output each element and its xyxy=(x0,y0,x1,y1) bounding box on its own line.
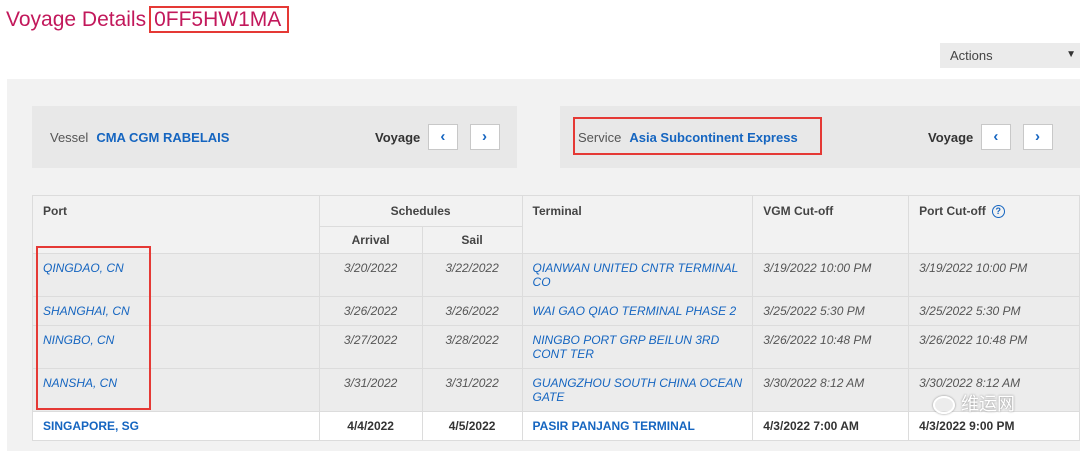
service-voyage-nav: Voyage ‹ › xyxy=(928,124,1061,150)
arrival-date: 4/4/2022 xyxy=(318,411,423,441)
sail-date: 3/26/2022 xyxy=(421,296,523,326)
vessel-voyage-nav: Voyage ‹ › xyxy=(375,124,508,150)
vessel-info: Vessel CMA CGM RABELAIS xyxy=(50,130,229,145)
col-header-vgm-cutoff: VGM Cut-off xyxy=(752,195,910,254)
vgm-cutoff: 4/3/2022 7:00 AM xyxy=(752,411,910,441)
help-icon[interactable]: ? xyxy=(991,205,1005,219)
service-label: Service xyxy=(578,130,622,145)
terminal-link[interactable]: QIANWAN UNITED CNTR TERMINAL CO xyxy=(521,253,754,297)
port-link[interactable]: QINGDAO, CN xyxy=(32,253,320,297)
table-row: SHANGHAI, CN 3/26/2022 3/26/2022 WAI GAO… xyxy=(32,296,1080,326)
vessel-box: Vessel CMA CGM RABELAIS Voyage ‹ › xyxy=(32,106,517,168)
voyage-panel: Vessel CMA CGM RABELAIS Voyage ‹ › Servic… xyxy=(7,79,1080,451)
col-header-schedules: Schedules xyxy=(318,195,523,227)
vessel-prev-voyage-button[interactable]: ‹ xyxy=(427,124,458,150)
arrival-date: 3/27/2022 xyxy=(318,325,423,369)
vessel-name-link[interactable]: CMA CGM RABELAIS xyxy=(96,130,229,145)
page-title: Voyage Details 0FF5HW1MA xyxy=(6,6,290,33)
vessel-label: Vessel xyxy=(50,130,89,145)
schedule-table: Port Schedules Terminal VGM Cut-off Port… xyxy=(32,195,1080,441)
service-prev-voyage-button[interactable]: ‹ xyxy=(980,124,1011,150)
arrival-date: 3/20/2022 xyxy=(318,253,423,297)
vessel-next-voyage-button[interactable]: › xyxy=(469,124,500,150)
port-link[interactable]: SINGAPORE, SG xyxy=(32,411,320,441)
col-header-sail: Sail xyxy=(421,226,523,254)
page-title-text: Voyage Details xyxy=(6,8,147,31)
port-link[interactable]: SHANGHAI, CN xyxy=(32,296,320,326)
service-name-link[interactable]: Asia Subcontinent Express xyxy=(629,130,797,145)
col-header-terminal: Terminal xyxy=(521,195,754,254)
terminal-link[interactable]: WAI GAO QIAO TERMINAL PHASE 2 xyxy=(521,296,754,326)
port-cutoff: 3/25/2022 5:30 PM xyxy=(908,296,1080,326)
chevron-left-icon: ‹ xyxy=(993,128,999,145)
port-cutoff: 3/26/2022 10:48 PM xyxy=(908,325,1080,369)
vgm-cutoff: 3/25/2022 5:30 PM xyxy=(752,296,910,326)
col-header-port-cutoff: Port Cut-off? xyxy=(908,195,1080,254)
col-header-arrival: Arrival xyxy=(318,226,423,254)
vessel-voyage-label: Voyage xyxy=(375,129,421,145)
port-link[interactable]: NINGBO, CN xyxy=(32,325,320,369)
service-box: Service Asia Subcontinent Express Voyage … xyxy=(560,106,1080,168)
port-cutoff: 3/19/2022 10:00 PM xyxy=(908,253,1080,297)
vgm-cutoff: 3/26/2022 10:48 PM xyxy=(752,325,910,369)
vgm-cutoff: 3/30/2022 8:12 AM xyxy=(752,368,910,412)
chevron-left-icon: ‹ xyxy=(440,128,446,145)
service-voyage-label: Voyage xyxy=(928,129,974,145)
arrival-date: 3/26/2022 xyxy=(318,296,423,326)
sail-date: 4/5/2022 xyxy=(421,411,523,441)
table-row: QINGDAO, CN 3/20/2022 3/22/2022 QIANWAN … xyxy=(32,253,1080,297)
arrival-date: 3/31/2022 xyxy=(318,368,423,412)
port-link[interactable]: NANSHA, CN xyxy=(32,368,320,412)
wechat-icon xyxy=(933,396,955,415)
chevron-right-icon: › xyxy=(1035,128,1041,145)
table-row: NANSHA, CN 3/31/2022 3/31/2022 GUANGZHOU… xyxy=(32,368,1080,412)
table-row: SINGAPORE, SG 4/4/2022 4/5/2022 PASIR PA… xyxy=(32,411,1080,441)
chevron-right-icon: › xyxy=(482,128,488,145)
table-row: NINGBO, CN 3/27/2022 3/28/2022 NINGBO PO… xyxy=(32,325,1080,369)
voyage-code: 0FF5HW1MA xyxy=(149,6,290,33)
caret-down-icon: ▼ xyxy=(1066,49,1076,60)
sail-date: 3/22/2022 xyxy=(421,253,523,297)
service-next-voyage-button[interactable]: › xyxy=(1022,124,1053,150)
sail-date: 3/28/2022 xyxy=(421,325,523,369)
terminal-link[interactable]: NINGBO PORT GRP BEILUN 3RD CONT TER xyxy=(521,325,754,369)
port-cutoff-label: Port Cut-off xyxy=(919,204,986,218)
actions-label: Actions xyxy=(950,48,993,63)
actions-dropdown[interactable]: Actions ▼ xyxy=(940,43,1080,68)
service-info: Service Asia Subcontinent Express xyxy=(578,130,798,145)
col-header-port: Port xyxy=(32,195,320,254)
vgm-cutoff: 3/19/2022 10:00 PM xyxy=(752,253,910,297)
watermark-text: 维运网 xyxy=(961,394,1015,414)
terminal-link[interactable]: GUANGZHOU SOUTH CHINA OCEAN GATE xyxy=(521,368,754,412)
sail-date: 3/31/2022 xyxy=(421,368,523,412)
watermark: 维运网 xyxy=(933,390,1015,416)
terminal-link[interactable]: PASIR PANJANG TERMINAL xyxy=(521,411,754,441)
